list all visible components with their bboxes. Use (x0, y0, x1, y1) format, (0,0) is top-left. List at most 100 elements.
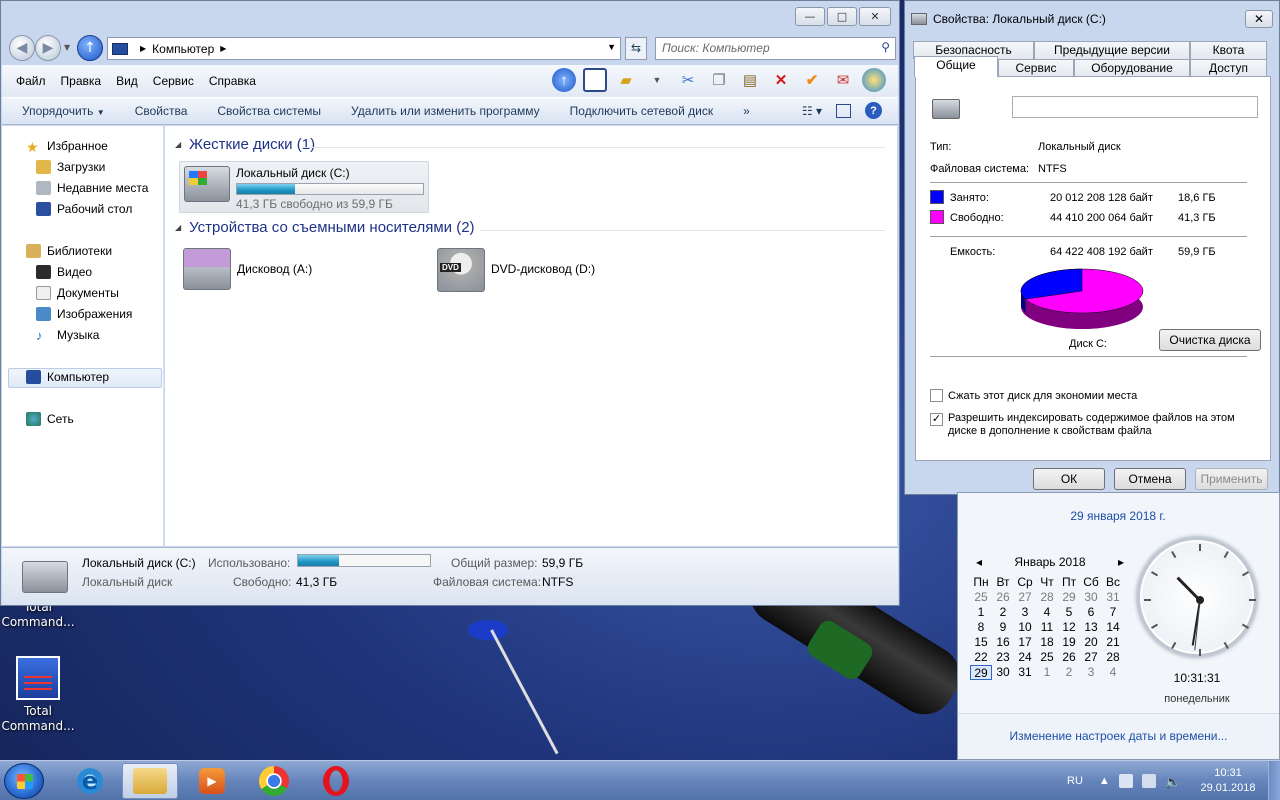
calendar-day[interactable]: 29 (1058, 590, 1080, 605)
map-network-drive-button[interactable]: Подключить сетевой диск (570, 104, 713, 118)
close-button[interactable]: ✕ (859, 7, 891, 26)
up-button[interactable]: ↑ (77, 35, 103, 61)
calendar-day[interactable]: 1 (1036, 665, 1058, 680)
drive-d[interactable]: DVD DVD-дисковод (D:) (437, 248, 595, 292)
taskbar-clock[interactable]: 10:31 29.01.2018 (1196, 766, 1260, 796)
calendar-day[interactable]: 23 (992, 650, 1014, 665)
calendar-day[interactable]: 4 (1102, 665, 1124, 680)
taskbar-media-player[interactable]: ▶ (184, 763, 240, 799)
taskbar-internet-explorer[interactable]: e (62, 763, 118, 799)
apply-button[interactable]: Применить (1195, 468, 1268, 490)
nav-network[interactable]: Сеть (26, 409, 74, 429)
search-input[interactable]: Поиск: Компьютер ⚲ (655, 37, 896, 60)
calendar-day[interactable]: 14 (1102, 620, 1124, 635)
up-folder-icon[interactable]: ↑ (552, 68, 576, 92)
tab-previous-versions[interactable]: Предыдущие версии (1034, 41, 1190, 59)
current-date-link[interactable]: 29 января 2018 г. (958, 509, 1278, 523)
compress-checkbox[interactable] (930, 389, 943, 402)
copy-icon[interactable]: ❐ (707, 68, 731, 92)
calendar-day[interactable]: 1 (970, 605, 992, 620)
drive-a[interactable]: Дисковод (A:) (183, 248, 312, 290)
calendar-day[interactable]: 9 (992, 620, 1014, 635)
calendar-day[interactable]: 31 (1102, 590, 1124, 605)
nav-libraries[interactable]: Библиотеки (26, 241, 112, 261)
maximize-button[interactable]: □ (827, 7, 857, 26)
calendar-day[interactable]: 19 (1058, 635, 1080, 650)
calendar-day[interactable]: 17 (1014, 635, 1036, 650)
refresh-button[interactable]: ⇆ (625, 37, 647, 60)
menu-view[interactable]: Вид (116, 74, 138, 88)
calendar-day[interactable]: 21 (1102, 635, 1124, 650)
tab-tools[interactable]: Сервис (998, 59, 1074, 77)
calendar-day[interactable]: 26 (1058, 650, 1080, 665)
tab-general[interactable]: Общие (914, 56, 998, 77)
nav-downloads[interactable]: Загрузки (36, 157, 105, 177)
volume-label-input[interactable] (1012, 96, 1258, 118)
calendar-day[interactable]: 30 (1080, 590, 1102, 605)
menu-file[interactable]: Файл (16, 74, 46, 88)
cut-icon[interactable]: ✂ (676, 68, 700, 92)
help-icon[interactable]: ? (865, 102, 882, 119)
nav-music[interactable]: ♪ Музыка (36, 325, 99, 345)
nav-favorites[interactable]: ★ Избранное (26, 136, 108, 156)
calendar-day[interactable]: 18 (1036, 635, 1058, 650)
show-hidden-icons-icon[interactable]: ▲ (1099, 775, 1110, 787)
network-icon[interactable] (862, 68, 886, 92)
search-icon[interactable]: ⚲ (881, 40, 890, 54)
calendar-day[interactable]: 8 (970, 620, 992, 635)
menu-edit[interactable]: Правка (61, 74, 102, 88)
calendar-day[interactable]: 2 (992, 605, 1014, 620)
calendar-day[interactable]: 12 (1058, 620, 1080, 635)
nav-video[interactable]: Видео (36, 262, 92, 282)
calendar-day[interactable]: 27 (1014, 590, 1036, 605)
calendar-day[interactable]: 3 (1080, 665, 1102, 680)
language-indicator[interactable]: RU (1067, 775, 1083, 787)
back-button[interactable]: ◀ (9, 35, 35, 61)
calendar-day[interactable]: 16 (992, 635, 1014, 650)
more-commands-button[interactable]: » (743, 104, 750, 118)
preview-pane-icon[interactable] (836, 103, 851, 118)
calendar-day[interactable]: 11 (1036, 620, 1058, 635)
calendar-day[interactable]: 20 (1080, 635, 1102, 650)
calendar-day[interactable]: 3 (1014, 605, 1036, 620)
nav-images[interactable]: Изображения (36, 304, 132, 324)
ok-button[interactable]: ОК (1033, 468, 1105, 490)
calendar-day[interactable]: 2 (1058, 665, 1080, 680)
group-header-removable[interactable]: ◢ Устройства со съемными носителями (2) (175, 219, 475, 236)
organize-button[interactable]: Упорядочить ▼ (22, 104, 105, 118)
calendar-day[interactable]: 5 (1058, 605, 1080, 620)
calendar-day[interactable]: 4 (1036, 605, 1058, 620)
forward-button[interactable]: ▶ (35, 35, 61, 61)
calendar-day[interactable]: 28 (1036, 590, 1058, 605)
calendar-day[interactable]: 26 (992, 590, 1014, 605)
collapse-triangle-icon[interactable]: ◢ (175, 140, 181, 149)
change-view-icon[interactable]: ☷ ▾ (802, 104, 822, 118)
history-dropdown-icon[interactable]: ▼ (64, 43, 70, 52)
folder-icon[interactable]: ▰ (614, 68, 638, 92)
taskbar-explorer[interactable] (122, 763, 178, 799)
next-month-icon[interactable]: ▸ (1118, 555, 1124, 569)
calendar-day[interactable]: 24 (1014, 650, 1036, 665)
group-header-hard-disks[interactable]: ◢ Жесткие диски (1) (175, 136, 315, 153)
calendar-day[interactable]: 29 (970, 665, 992, 680)
action-center-flag-icon[interactable] (1118, 774, 1133, 788)
breadcrumb-arrow-icon[interactable]: ▶ (140, 44, 146, 53)
calendar-day[interactable]: 28 (1102, 650, 1124, 665)
dropdown-icon[interactable]: ▼ (645, 68, 669, 92)
properties-button[interactable]: Свойства (135, 104, 188, 118)
mail-icon[interactable]: ✉ (831, 68, 855, 92)
taskbar-chrome[interactable] (246, 763, 302, 799)
change-date-time-settings-link[interactable]: Изменение настроек даты и времени... (958, 713, 1279, 759)
calendar-month-title[interactable]: Январь 2018 (1014, 555, 1085, 569)
uninstall-program-button[interactable]: Удалить или изменить программу (351, 104, 540, 118)
network-status-icon[interactable] (1141, 774, 1156, 788)
calendar-day[interactable]: 7 (1102, 605, 1124, 620)
menu-help[interactable]: Справка (209, 74, 256, 88)
check-icon[interactable]: ✔ (800, 68, 824, 92)
minimize-button[interactable]: — (795, 7, 825, 26)
system-properties-button[interactable]: Свойства системы (217, 104, 321, 118)
nav-recent-places[interactable]: Недавние места (36, 178, 148, 198)
calendar-day[interactable]: 22 (970, 650, 992, 665)
volume-icon[interactable]: 🔈 (1165, 774, 1181, 789)
paste-icon[interactable]: ▤ (738, 68, 762, 92)
